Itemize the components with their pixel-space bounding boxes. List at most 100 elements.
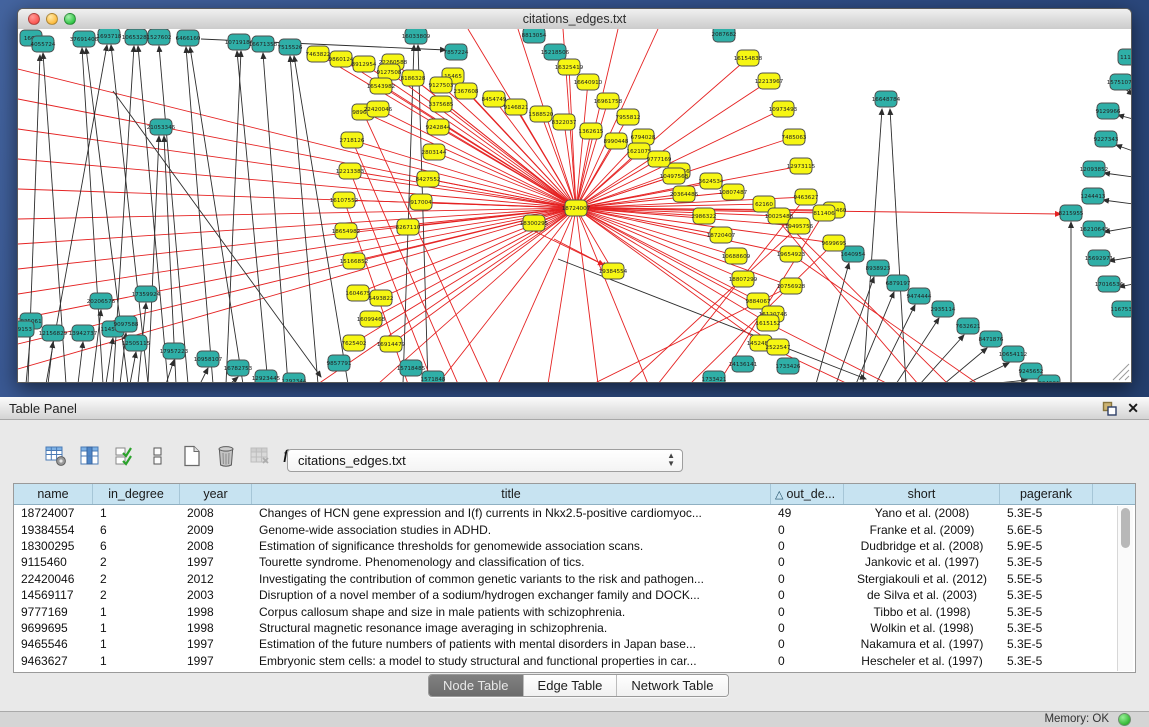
graph-node[interactable]: 16961758: [594, 93, 623, 109]
graph-node[interactable]: 8215955: [1059, 205, 1084, 221]
graph-node[interactable]: 12093852: [1080, 161, 1108, 177]
graph-node[interactable]: 9127503: [429, 77, 454, 93]
table-cell-year[interactable]: 2003: [180, 588, 252, 602]
table-cell-in_degree[interactable]: 1: [93, 506, 180, 520]
table-cell-title[interactable]: Genome-wide association studies in ADHD.: [252, 523, 771, 537]
graph-node[interactable]: 22420046: [364, 101, 393, 117]
graph-node[interactable]: 17957223: [160, 343, 189, 359]
graph-node[interactable]: 10756928: [777, 278, 806, 294]
network-graph[interactable]: 1660405572437691406169371810653287152760…: [18, 29, 1131, 382]
graph-node[interactable]: 16033809: [402, 29, 431, 44]
table-row[interactable]: 946362711997Embryonic stem cells: a mode…: [14, 653, 1135, 669]
tab-network-table[interactable]: Network Table: [616, 675, 727, 696]
graph-node[interactable]: 19654923: [777, 246, 806, 262]
network-canvas[interactable]: 1660405572437691406169371810653287152760…: [18, 29, 1131, 382]
table-cell-year[interactable]: 1998: [180, 605, 252, 619]
network-window[interactable]: citations_edges.txt 16604055724376914061…: [17, 8, 1132, 383]
table-cell-pagerank[interactable]: 5.3E-5: [1000, 506, 1093, 520]
graph-node[interactable]: 8471876: [979, 331, 1004, 347]
graph-node[interactable]: 3624534: [699, 173, 724, 189]
graph-node[interactable]: 18807299: [729, 271, 758, 287]
graph-node[interactable]: 10973493: [769, 101, 798, 117]
table-cell-in_degree[interactable]: 2: [93, 555, 180, 569]
graph-node[interactable]: 14136141: [729, 356, 758, 372]
graph-node[interactable]: 39153: [18, 321, 34, 337]
table-cell-in_degree[interactable]: 2: [93, 572, 180, 586]
graph-node[interactable]: 12505115: [122, 335, 151, 351]
table-row[interactable]: 911546021997Tourette syndrome. Phenomeno…: [14, 554, 1135, 570]
table-cell-short[interactable]: Dudbridge et al. (2008): [844, 539, 1000, 553]
table-cell-short[interactable]: Yano et al. (2008): [844, 506, 1000, 520]
table-cell-title[interactable]: Corpus callosum shape and size in male p…: [252, 605, 771, 619]
scrollbar-thumb[interactable]: [1121, 508, 1130, 548]
close-panel-icon[interactable]: ✕: [1127, 399, 1139, 417]
graph-node[interactable]: 5493822: [369, 290, 394, 306]
table-cell-title[interactable]: Estimation of the future numbers of pati…: [252, 637, 771, 651]
delete-rows-button[interactable]: [215, 445, 237, 467]
graph-node[interactable]: 16648784: [872, 91, 901, 107]
table-cell-out_de[interactable]: 0: [771, 654, 844, 668]
table-cell-in_degree[interactable]: 6: [93, 539, 180, 553]
graph-node[interactable]: 2522547: [766, 339, 791, 355]
graph-node[interactable]: 9146821: [504, 99, 529, 115]
graph-node[interactable]: 2367608: [454, 83, 479, 99]
table-cell-pagerank[interactable]: 5.3E-5: [1000, 654, 1093, 668]
graph-node[interactable]: 18720407: [707, 227, 736, 243]
graph-node[interactable]: 12213967: [755, 73, 784, 89]
graph-node[interactable]: 20364486: [670, 186, 699, 202]
table-cell-year[interactable]: 2008: [180, 539, 252, 553]
table-cell-name[interactable]: 9463627: [14, 654, 93, 668]
graph-node[interactable]: 37691406: [70, 31, 99, 47]
graph-node[interactable]: 1244413: [1081, 188, 1106, 204]
table-cell-year[interactable]: 1997: [180, 654, 252, 668]
table-cell-pagerank[interactable]: 5.3E-5: [1000, 588, 1093, 602]
table-cell-title[interactable]: Investigating the contribution of common…: [252, 572, 771, 586]
table-cell-out_de[interactable]: 0: [771, 621, 844, 635]
graph-node[interactable]: 9097588: [114, 316, 139, 332]
table-cell-pagerank[interactable]: 5.3E-5: [1000, 637, 1093, 651]
graph-node[interactable]: 2718126: [340, 132, 365, 148]
table-cell-out_de[interactable]: 49: [771, 506, 844, 520]
graph-node[interactable]: 7632621: [956, 318, 981, 334]
resize-grip-icon[interactable]: [1125, 376, 1129, 380]
table-cell-short[interactable]: Jankovic et al. (1997): [844, 555, 1000, 569]
graph-node[interactable]: 12923445: [252, 370, 281, 382]
graph-node[interactable]: 12156829: [39, 325, 68, 341]
table-cell-short[interactable]: Wolkin et al. (1998): [844, 621, 1000, 635]
table-cell-name[interactable]: 14569117: [14, 588, 93, 602]
table-cell-pagerank[interactable]: 5.3E-5: [1000, 605, 1093, 619]
graph-node[interactable]: 18300295: [520, 215, 549, 231]
graph-node[interactable]: 8938923: [866, 260, 891, 276]
select-all-rows-button[interactable]: [113, 445, 135, 467]
table-row[interactable]: 969969511998Structural magnetic resonanc…: [14, 620, 1135, 636]
table-cell-out_de[interactable]: 0: [771, 539, 844, 553]
resize-grip-icon[interactable]: [1119, 370, 1129, 380]
table-cell-out_de[interactable]: 0: [771, 605, 844, 619]
table-cell-year[interactable]: 2009: [180, 523, 252, 537]
table-row[interactable]: 2242004622012Investigating the contribut…: [14, 571, 1135, 587]
graph-node[interactable]: 15718485: [397, 360, 426, 376]
graph-node[interactable]: 8427552: [416, 171, 441, 187]
table-cell-year[interactable]: 1997: [180, 555, 252, 569]
graph-node[interactable]: 19384554: [599, 263, 628, 279]
graph-node[interactable]: 9129966: [1096, 103, 1121, 119]
table-cell-name[interactable]: 9777169: [14, 605, 93, 619]
graph-node[interactable]: 1362615: [579, 123, 604, 139]
table-cell-year[interactable]: 1998: [180, 621, 252, 635]
graph-node[interactable]: 18724007: [562, 200, 591, 216]
graph-node[interactable]: 19495756: [785, 218, 814, 234]
table-cell-in_degree[interactable]: 2: [93, 588, 180, 602]
table-cell-year[interactable]: 2012: [180, 572, 252, 586]
graph-node[interactable]: 9242844: [426, 119, 451, 135]
column-header-in_degree[interactable]: in_degree: [93, 484, 180, 504]
graph-node[interactable]: 12973115: [787, 158, 816, 174]
column-header-pagerank[interactable]: pagerank: [1000, 484, 1093, 504]
graph-node[interactable]: 7955812: [616, 109, 641, 125]
graph-node[interactable]: 15218506: [541, 44, 570, 60]
graph-node[interactable]: 917004: [410, 194, 432, 210]
graph-node[interactable]: 10807487: [719, 184, 748, 200]
table-cell-name[interactable]: 18724007: [14, 506, 93, 520]
zoom-window-button[interactable]: [64, 13, 76, 25]
graph-node[interactable]: 7857224: [444, 44, 469, 60]
graph-node[interactable]: 18654982: [332, 223, 360, 239]
